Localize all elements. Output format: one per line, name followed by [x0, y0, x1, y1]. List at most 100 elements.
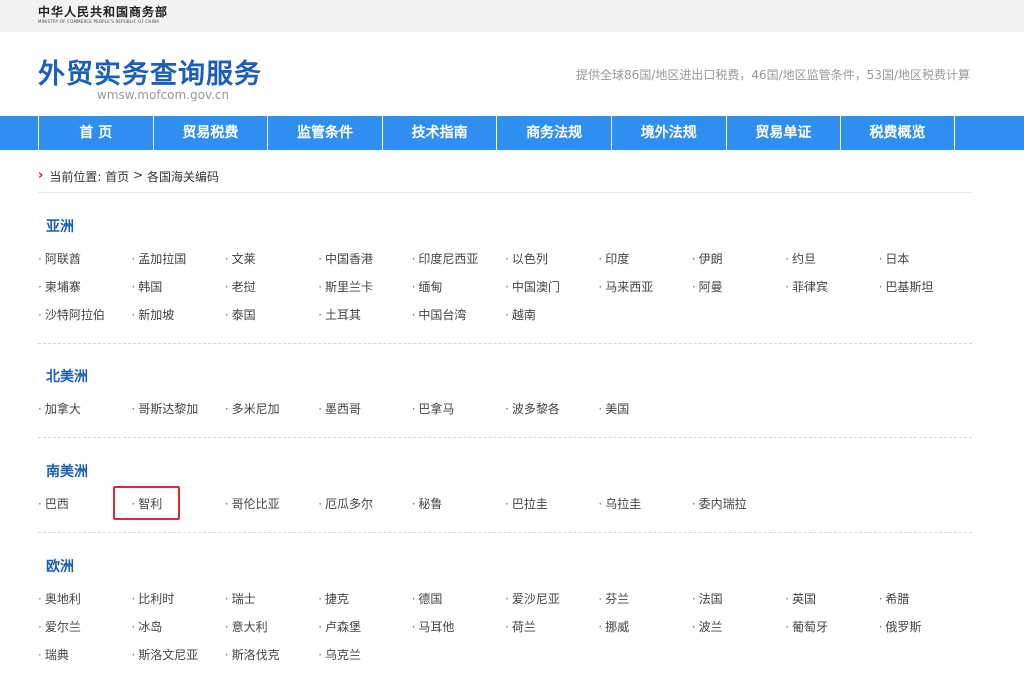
country-link[interactable]: · 新加坡 — [131, 306, 174, 323]
breadcrumb-home-link[interactable]: 首页 — [105, 170, 129, 184]
country-link[interactable]: · 斯里兰卡 — [318, 278, 373, 295]
country-link[interactable]: · 巴拉圭 — [505, 495, 548, 512]
dot-icon: · — [38, 252, 42, 266]
country-link[interactable]: · 日本 — [879, 250, 910, 267]
country-link[interactable]: · 中国澳门 — [505, 278, 560, 295]
country-link[interactable]: · 瑞士 — [225, 590, 256, 607]
site-title[interactable]: 外贸实务查询服务 — [38, 52, 262, 91]
dot-icon: · — [598, 280, 603, 294]
country-label: 菲律宾 — [792, 280, 829, 294]
nav-item[interactable]: 监管条件 — [267, 116, 382, 150]
country-link[interactable]: · 印度 — [598, 250, 629, 267]
country-link[interactable]: · 比利时 — [131, 590, 174, 607]
dot-icon: · — [318, 620, 323, 634]
country-link[interactable]: · 爱沙尼亚 — [505, 590, 560, 607]
country-link[interactable]: · 加拿大 — [38, 400, 81, 417]
country-link[interactable]: · 土耳其 — [318, 306, 361, 323]
nav-item[interactable]: 技术指南 — [381, 116, 497, 150]
nav-item[interactable]: 贸易税费 — [152, 116, 268, 150]
country-label: 卢森堡 — [325, 620, 362, 634]
country-link[interactable]: · 缅甸 — [412, 278, 443, 295]
dot-icon: · — [318, 648, 323, 662]
country-link[interactable]: · 斯洛文尼亚 — [131, 646, 198, 663]
dot-icon: · — [318, 308, 323, 322]
dot-icon: · — [224, 620, 229, 634]
country-link[interactable]: · 葡萄牙 — [785, 618, 828, 635]
country-link[interactable]: · 马耳他 — [412, 618, 455, 635]
country-link[interactable]: · 墨西哥 — [318, 400, 361, 417]
dot-icon: · — [691, 592, 696, 606]
country-label: 英国 — [792, 592, 817, 606]
ministry-logo[interactable]: 中华人民共和国商务部 MINISTRY OF COMMERCE PEOPLE'S… — [38, 6, 168, 25]
country-link[interactable]: · 俄罗斯 — [879, 618, 922, 635]
country-link[interactable]: · 菲律宾 — [785, 278, 828, 295]
country-link[interactable]: · 卢森堡 — [318, 618, 361, 635]
country-link[interactable]: · 冰岛 — [131, 618, 162, 635]
country-link[interactable]: · 沙特阿拉伯 — [38, 306, 105, 323]
site-header: 外贸实务查询服务 wmsw.mofcom.gov.cn 提供全球86国/地区进出… — [0, 32, 1024, 116]
nav-item[interactable]: 境外法规 — [610, 116, 726, 150]
chevron-right-icon: › — [38, 168, 44, 183]
country-link[interactable]: · 印度尼西亚 — [412, 250, 479, 267]
country-link[interactable]: · 乌克兰 — [318, 646, 361, 663]
country-link[interactable]: · 法国 — [692, 590, 723, 607]
country-link[interactable]: · 委内瑞拉 — [692, 495, 747, 512]
country-link[interactable]: · 奥地利 — [38, 590, 81, 607]
country-link[interactable]: · 意大利 — [225, 618, 268, 635]
country-link[interactable]: · 马来西亚 — [598, 278, 653, 295]
country-link[interactable]: · 爱尔兰 — [38, 618, 81, 635]
nav-item[interactable]: 商务法规 — [496, 116, 611, 150]
country-label: 沙特阿拉伯 — [44, 308, 105, 322]
country-link[interactable]: · 希腊 — [879, 590, 910, 607]
country-link[interactable]: · 挪威 — [598, 618, 629, 635]
country-label: 文莱 — [231, 252, 256, 266]
dot-icon: · — [38, 308, 42, 322]
country-link[interactable]: · 泰国 — [225, 306, 256, 323]
country-link[interactable]: · 韩国 — [131, 278, 162, 295]
country-label: 孟加拉国 — [138, 252, 187, 266]
region-title: 南美洲 — [46, 464, 88, 480]
country-label: 乌拉圭 — [605, 497, 642, 511]
country-link[interactable]: · 阿联酋 — [38, 250, 81, 267]
country-link[interactable]: · 多米尼加 — [225, 400, 280, 417]
country-link[interactable]: · 厄瓜多尔 — [318, 495, 373, 512]
country-link[interactable]: · 伊朗 — [692, 250, 723, 267]
country-link[interactable]: · 中国台湾 — [412, 306, 467, 323]
country-link[interactable]: · 哥伦比亚 — [225, 495, 280, 512]
country-link[interactable]: · 巴拿马 — [412, 400, 455, 417]
country-link[interactable]: · 德国 — [412, 590, 443, 607]
country-link[interactable]: · 波兰 — [692, 618, 723, 635]
country-link[interactable]: · 越南 — [505, 306, 536, 323]
country-link[interactable]: · 瑞典 — [38, 646, 69, 663]
country-link[interactable]: · 孟加拉国 — [131, 250, 186, 267]
country-link[interactable]: · 波多黎各 — [505, 400, 560, 417]
dot-icon: · — [38, 402, 42, 416]
country-link[interactable]: · 秘鲁 — [412, 495, 443, 512]
country-link[interactable]: · 斯洛伐克 — [225, 646, 280, 663]
country-link[interactable]: · 柬埔寨 — [38, 278, 81, 295]
country-link[interactable]: · 荷兰 — [505, 618, 536, 635]
country-label: 中国香港 — [325, 252, 374, 266]
country-link[interactable]: · 哥斯达黎加 — [131, 400, 198, 417]
country-link[interactable]: · 芬兰 — [598, 590, 629, 607]
country-link[interactable]: · 英国 — [785, 590, 816, 607]
country-link[interactable]: · 中国香港 — [318, 250, 373, 267]
selection-highlight — [113, 486, 180, 520]
nav-item[interactable]: 税费概览 — [840, 116, 955, 150]
country-link[interactable]: · 文莱 — [225, 250, 256, 267]
country-link[interactable]: · 乌拉圭 — [598, 495, 641, 512]
country-link[interactable]: · 巴基斯坦 — [879, 278, 934, 295]
country-link[interactable]: · 美国 — [598, 400, 629, 417]
country-link[interactable]: · 老挝 — [225, 278, 256, 295]
country-link[interactable]: · 巴西 — [38, 495, 69, 512]
country-link[interactable]: · 以色列 — [505, 250, 548, 267]
nav-item[interactable]: 首 页 — [38, 116, 153, 150]
country-link[interactable]: · 捷克 — [318, 590, 349, 607]
country-link[interactable]: · 阿曼 — [692, 278, 723, 295]
country-link[interactable]: · 约旦 — [785, 250, 816, 267]
country-label: 捷克 — [325, 592, 350, 606]
country-label: 马来西亚 — [605, 280, 654, 294]
nav-item[interactable]: 贸易单证 — [725, 116, 841, 150]
dot-icon: · — [785, 252, 790, 266]
region-title: 欧洲 — [46, 559, 74, 575]
